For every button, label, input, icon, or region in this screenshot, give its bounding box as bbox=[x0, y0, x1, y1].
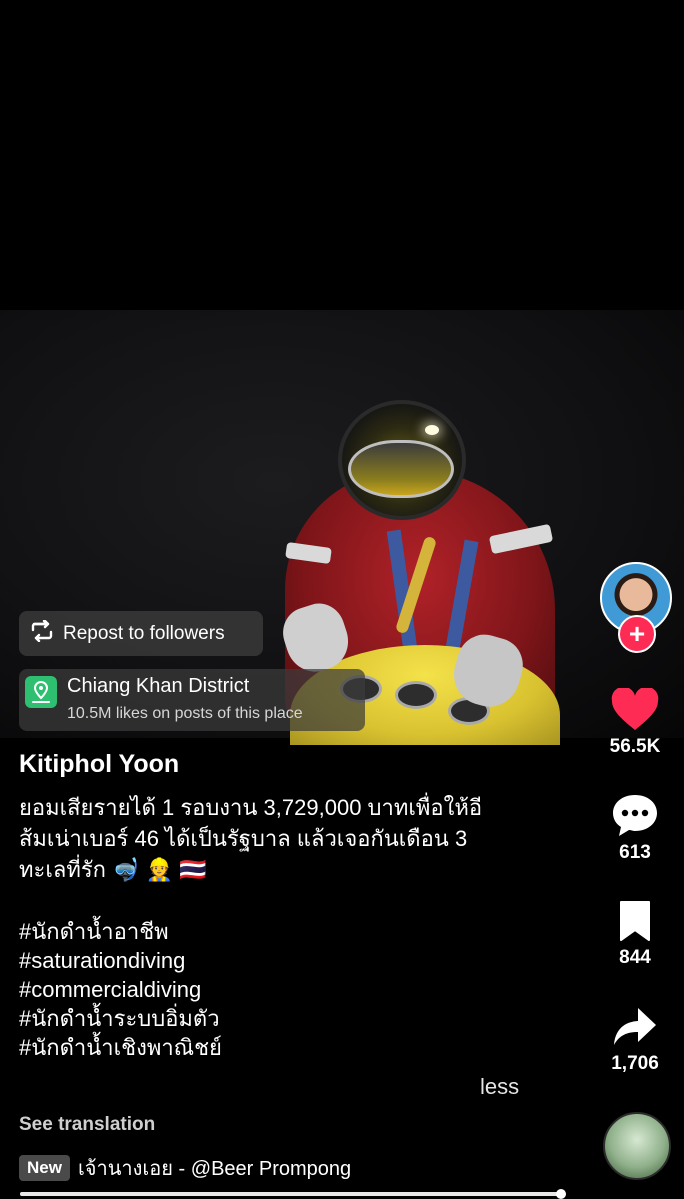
helmet-light bbox=[425, 425, 439, 435]
music-title: เจ้านางเอย - @Beer Prompong bbox=[77, 1158, 352, 1180]
bookmark-icon bbox=[600, 899, 670, 943]
location-name: Chiang Khan District bbox=[67, 675, 250, 697]
repost-button[interactable]: Repost to followers bbox=[19, 611, 263, 656]
heart-icon bbox=[600, 688, 670, 732]
location-likes: 10.5M likes on posts of this place bbox=[67, 705, 303, 722]
playback-scrubber[interactable] bbox=[555, 1189, 566, 1199]
follow-button[interactable]: + bbox=[618, 615, 656, 653]
comment-count: 613 bbox=[619, 842, 651, 863]
repost-icon bbox=[29, 619, 55, 648]
panel-knob bbox=[395, 681, 437, 709]
share-count: 1,706 bbox=[611, 1053, 659, 1074]
helmet-visor bbox=[348, 440, 454, 498]
comment-bubble-icon bbox=[600, 792, 670, 838]
new-badge: New bbox=[19, 1155, 70, 1181]
tiktok-video-screen: Repost to followers Chiang Khan District… bbox=[0, 0, 684, 1199]
playback-progress-bar[interactable] bbox=[20, 1189, 566, 1199]
hashtag-link[interactable]: #commercialdiving bbox=[19, 975, 222, 1004]
music-row[interactable]: New เจ้านางเอย - @Beer Prompong bbox=[19, 1152, 351, 1184]
save-count: 844 bbox=[619, 947, 651, 968]
location-card[interactable]: Chiang Khan District 10.5M likes on post… bbox=[19, 669, 365, 731]
map-pin-icon bbox=[25, 676, 57, 708]
see-translation-link[interactable]: See translation bbox=[19, 1114, 155, 1136]
hashtag-list: #นักดำน้ำอาชีพ #saturationdiving #commer… bbox=[19, 917, 222, 1062]
like-button[interactable]: 56.5K bbox=[600, 688, 670, 758]
caption-line: ทะเลที่รัก 🤿 👷 🇹🇭 bbox=[19, 857, 207, 882]
comment-button[interactable]: 613 bbox=[600, 792, 670, 864]
post-caption: ยอมเสียรายได้ 1 รอบงาน 3,729,000 บาทเพื่… bbox=[19, 792, 559, 885]
hashtag-link[interactable]: #นักดำน้ำระบบอิ่มตัว bbox=[19, 1004, 222, 1033]
author-name[interactable]: Kitiphol Yoon bbox=[19, 750, 179, 779]
less-toggle[interactable]: less bbox=[480, 1074, 519, 1100]
caption-line: ส้มเน่าเบอร์ 46 ได้เป็นรัฐบาล แล้วเจอกัน… bbox=[19, 826, 468, 851]
share-arrow-icon bbox=[600, 1005, 670, 1049]
hashtag-link[interactable]: #นักดำน้ำอาชีพ bbox=[19, 917, 222, 946]
repost-label: Repost to followers bbox=[63, 622, 225, 644]
share-button[interactable]: 1,706 bbox=[600, 1005, 670, 1075]
hashtag-link[interactable]: #saturationdiving bbox=[19, 946, 222, 975]
plus-icon: + bbox=[628, 618, 646, 649]
caption-line: ยอมเสียรายได้ 1 รอบงาน 3,729,000 บาทเพื่… bbox=[19, 795, 483, 820]
like-count: 56.5K bbox=[609, 736, 661, 757]
save-button[interactable]: 844 bbox=[600, 899, 670, 969]
music-disc-icon[interactable] bbox=[603, 1112, 671, 1180]
playback-progress-fill bbox=[20, 1192, 561, 1196]
hashtag-link[interactable]: #นักดำน้ำเชิงพาณิชย์ bbox=[19, 1033, 222, 1062]
